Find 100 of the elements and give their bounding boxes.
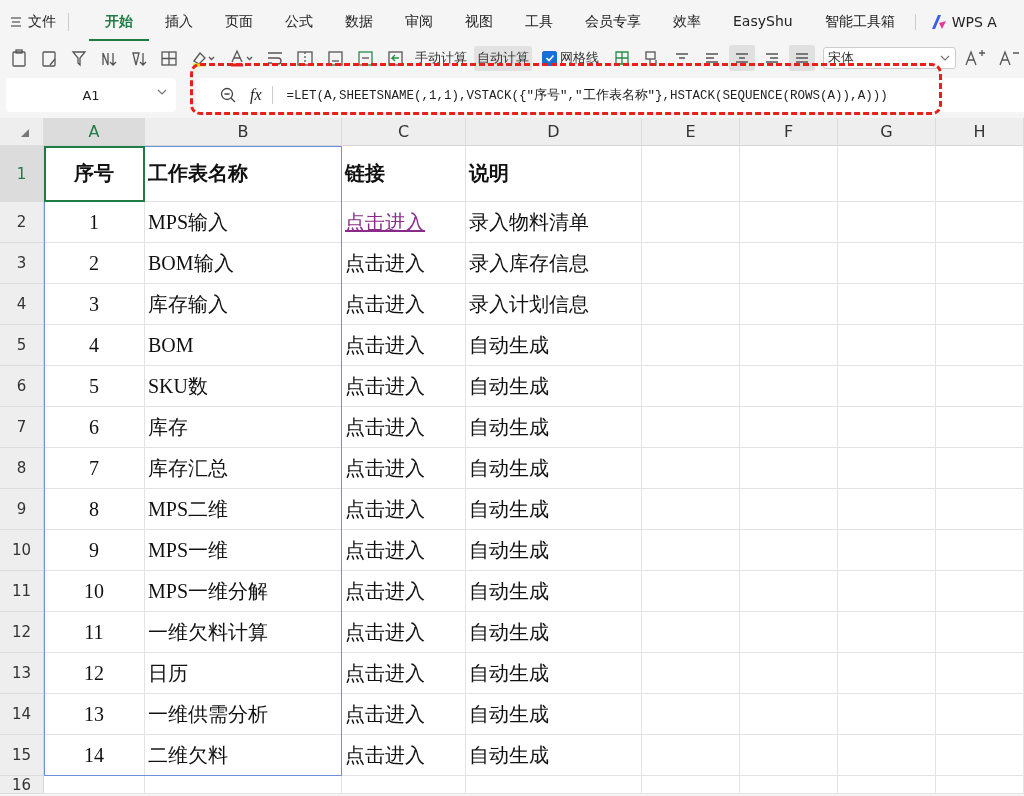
link[interactable]: 点击进入 <box>345 495 425 523</box>
border-grid-icon[interactable] <box>613 49 631 67</box>
file-menu[interactable]: 文件 <box>28 13 56 31</box>
link[interactable]: 点击进入 <box>345 741 425 769</box>
row-header[interactable]: 13 <box>0 653 44 694</box>
ribbon-tab[interactable]: 智能工具箱 <box>808 3 911 41</box>
ribbon-tab[interactable]: 审阅 <box>389 3 449 41</box>
table-cell: 一维供需分析 <box>145 694 342 735</box>
row-header[interactable]: 11 <box>0 571 44 612</box>
merge-cells-icon[interactable] <box>296 49 314 67</box>
arrow-box-icon[interactable] <box>386 49 404 67</box>
check-icon <box>544 53 555 63</box>
wps-ai-tab[interactable]: WPS A <box>951 14 997 30</box>
table-cell: 自动生成 <box>466 653 642 694</box>
select-all-icon[interactable] <box>21 129 29 137</box>
row-header[interactable]: 15 <box>0 735 44 776</box>
ribbon-tab[interactable]: 页面 <box>209 3 269 41</box>
table-cell: 二维欠料 <box>145 735 342 776</box>
table-cell: 录入物料清单 <box>466 202 642 243</box>
function-button[interactable]: fx <box>250 86 273 104</box>
column-header[interactable]: C <box>342 118 466 146</box>
table-icon[interactable] <box>160 49 178 67</box>
font-color-icon[interactable] <box>228 49 254 67</box>
table-cell: MPS一维 <box>145 530 342 571</box>
row-header[interactable]: 2 <box>0 202 44 243</box>
name-box[interactable]: A1 <box>6 78 176 112</box>
link[interactable]: 点击进入 <box>345 372 425 400</box>
link[interactable]: 点击进入 <box>345 249 425 277</box>
formula-field[interactable]: fx =LET(A,SHEETSNAME(,1,1),VSTACK({"序号","工作表名称"},HSTACK(SEQUENCE(ROWS(A)),A))) <box>196 78 1024 112</box>
row-header[interactable]: 10 <box>0 530 44 571</box>
frame-icon[interactable] <box>326 49 344 67</box>
table-header-cell: 说明 <box>466 146 642 202</box>
increase-font-icon[interactable] <box>964 49 986 67</box>
column-header[interactable]: G <box>838 118 936 146</box>
column-header[interactable]: F <box>740 118 838 146</box>
table-cell: 自动生成 <box>466 571 642 612</box>
menu-icon[interactable] <box>10 16 22 28</box>
row-header[interactable]: 6 <box>0 366 44 407</box>
table-cell: 录入计划信息 <box>466 284 642 325</box>
logo-icon <box>929 14 948 30</box>
ribbon-tab[interactable]: 数据 <box>329 3 389 41</box>
sort-descending-icon[interactable] <box>130 49 148 67</box>
table-cell: 3 <box>44 284 145 325</box>
row-header[interactable]: 3 <box>0 243 44 284</box>
row-header[interactable]: 7 <box>0 407 44 448</box>
table-cell: 6 <box>44 407 145 448</box>
column-header[interactable]: D <box>466 118 642 146</box>
ribbon-tab[interactable]: 会员专享 <box>569 3 657 41</box>
table-cell: 自动生成 <box>466 325 642 366</box>
column-header[interactable]: E <box>642 118 740 146</box>
clipboard-icon[interactable] <box>10 49 28 67</box>
link[interactable]: 点击进入 <box>345 454 425 482</box>
table-cell: 库存汇总 <box>145 448 342 489</box>
table-cell: BOM <box>145 325 342 366</box>
link[interactable]: 点击进入 <box>345 208 425 236</box>
link[interactable]: 点击进入 <box>345 536 425 564</box>
ribbon-tab[interactable]: 插入 <box>149 3 209 41</box>
ribbon-tab[interactable]: 公式 <box>269 3 329 41</box>
clipboard-icon[interactable] <box>40 49 58 67</box>
table-cell: 1 <box>44 202 145 243</box>
column-header[interactable]: A <box>44 118 145 146</box>
row-header[interactable]: 1 <box>0 146 44 202</box>
link[interactable]: 点击进入 <box>345 618 425 646</box>
table-cell: 11 <box>44 612 145 653</box>
row-header[interactable]: 16 <box>0 776 44 794</box>
row-header[interactable]: 4 <box>0 284 44 325</box>
row-header[interactable]: 14 <box>0 694 44 735</box>
font-dropdown[interactable]: 宋体 <box>823 47 956 69</box>
table-cell: 2 <box>44 243 145 284</box>
table-cell: 库存输入 <box>145 284 342 325</box>
ribbon-tab[interactable]: 效率 <box>657 3 717 41</box>
wrap-text-icon[interactable] <box>266 49 284 67</box>
row-header[interactable]: 12 <box>0 612 44 653</box>
ribbon-tab[interactable]: 视图 <box>449 3 509 41</box>
link[interactable]: 点击进入 <box>345 331 425 359</box>
table-cell: BOM输入 <box>145 243 342 284</box>
ribbon-tab[interactable]: 工具 <box>509 3 569 41</box>
formula-text: =LET(A,SHEETSNAME(,1,1),VSTACK({"序号","工作表名称"},HSTACK(SEQUENCE(ROWS(A)),A))) <box>286 87 888 104</box>
link[interactable]: 点击进入 <box>345 659 425 687</box>
zoom-out-icon[interactable] <box>220 87 236 103</box>
ribbon-tab[interactable]: 开始 <box>89 3 149 41</box>
table-cell: MPS一维分解 <box>145 571 342 612</box>
table-cell: MPS二维 <box>145 489 342 530</box>
ribbon-tab[interactable]: EasyShu <box>717 3 809 41</box>
row-header[interactable]: 8 <box>0 448 44 489</box>
table-cell: 12 <box>44 653 145 694</box>
table-cell: SKU数 <box>145 366 342 407</box>
link[interactable]: 点击进入 <box>345 290 425 318</box>
table-cell: 自动生成 <box>466 448 642 489</box>
column-header[interactable]: B <box>145 118 342 146</box>
link[interactable]: 点击进入 <box>345 700 425 728</box>
link[interactable]: 点击进入 <box>345 577 425 605</box>
decrease-font-icon[interactable] <box>998 49 1020 67</box>
filter-icon[interactable] <box>70 49 88 67</box>
row-header[interactable]: 9 <box>0 489 44 530</box>
table-cell: 5 <box>44 366 145 407</box>
row-header[interactable]: 5 <box>0 325 44 366</box>
link[interactable]: 点击进入 <box>345 413 425 441</box>
table-cell: 一维欠料计算 <box>145 612 342 653</box>
column-header[interactable]: H <box>936 118 1024 146</box>
